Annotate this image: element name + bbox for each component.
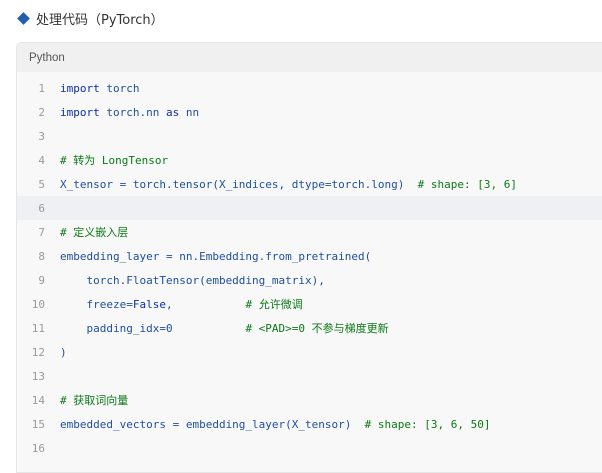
section-title: 处理代码（PyTorch） bbox=[36, 12, 164, 28]
code-text: # 转为 LongTensor bbox=[60, 152, 602, 168]
code-token: ) bbox=[60, 345, 67, 359]
code-line: 14 # 获取词向量 bbox=[17, 388, 602, 412]
code-token: torch bbox=[99, 81, 140, 95]
line-number: 5 bbox=[38, 177, 45, 191]
code-line: 5 X_tensor = torch.tensor(X_indices, dtyp… bbox=[17, 172, 602, 196]
line-number: 15 bbox=[31, 417, 45, 431]
code-line: 15 embedded_vectors = embedding_layer(X_t… bbox=[17, 412, 602, 436]
code-text: freeze=False, # 允许微调 bbox=[60, 296, 602, 312]
code-token: embedded_vectors = embedding_layer(X_ten… bbox=[60, 417, 365, 431]
line-number: 7 bbox=[38, 225, 45, 239]
code-text: embedded_vectors = embedding_layer(X_ten… bbox=[60, 418, 602, 431]
line-number: 1 bbox=[38, 81, 45, 95]
line-number: 13 bbox=[31, 369, 45, 383]
code-text: embedding_layer = nn.Embedding.from_pret… bbox=[60, 250, 602, 263]
code-text: # 获取词向量 bbox=[60, 392, 602, 408]
code-token: import bbox=[60, 105, 100, 119]
code-token: # 允许微调 bbox=[245, 298, 303, 311]
code-body[interactable]: 1 import torch 2 import torch.nn as nn 3 4 # 转… bbox=[17, 72, 602, 460]
code-line: 12) bbox=[17, 340, 602, 364]
code-text: # 定义嵌入层 bbox=[60, 224, 602, 240]
code-line: 13 bbox=[17, 364, 602, 388]
code-text: ) bbox=[60, 346, 602, 359]
code-token: embedding_layer = nn.Embedding.from_pret… bbox=[60, 249, 372, 263]
code-token: # 转为 LongTensor bbox=[60, 154, 169, 167]
code-text: import torch bbox=[60, 82, 602, 95]
code-line: 11 padding_idx=0 # <PAD>=0 不参与梯度更新 bbox=[17, 316, 602, 340]
line-number: 16 bbox=[31, 441, 45, 455]
code-token: nn bbox=[179, 105, 200, 119]
code-token: import bbox=[60, 81, 100, 95]
line-number: 8 bbox=[38, 249, 45, 263]
code-token: freeze= bbox=[60, 298, 133, 311]
code-line: 2 import torch.nn as nn bbox=[17, 100, 602, 124]
line-number: 3 bbox=[38, 129, 45, 143]
code-token: # 定义嵌入层 bbox=[60, 226, 129, 239]
code-block[interactable]: Python 1 import torch 2 import torch.nn as … bbox=[16, 42, 602, 473]
line-number: 12 bbox=[31, 345, 45, 359]
code-token: as bbox=[165, 105, 180, 119]
line-number: 4 bbox=[38, 153, 45, 167]
line-number: 9 bbox=[38, 273, 45, 287]
code-line: 4 # 转为 LongTensor bbox=[17, 148, 602, 172]
code-language-header: Python bbox=[17, 43, 602, 72]
code-language-label: Python bbox=[29, 51, 65, 64]
line-number: 6 bbox=[38, 201, 45, 215]
code-token: # shape: [3, 6, 50] bbox=[364, 417, 491, 431]
line-number: 11 bbox=[31, 321, 45, 335]
code-token: torch.FloatTensor(embedding_matrix), bbox=[60, 273, 325, 287]
code-line: 8 embedding_layer = nn.Embedding.from_pre… bbox=[17, 244, 602, 268]
code-line: 7 # 定义嵌入层 bbox=[17, 220, 602, 244]
line-number: 2 bbox=[38, 105, 45, 119]
section-heading: 处理代码（PyTorch） bbox=[17, 9, 164, 28]
code-token: , bbox=[165, 298, 246, 311]
line-number: 10 bbox=[31, 297, 45, 311]
code-line: 10 freeze=False, # 允许微调 bbox=[17, 292, 602, 316]
code-line: 1 import torch bbox=[17, 76, 602, 100]
code-text: padding_idx=0 # <PAD>=0 不参与梯度更新 bbox=[60, 320, 602, 336]
code-line: 6 bbox=[17, 196, 602, 220]
code-token: # 获取词向量 bbox=[60, 394, 129, 407]
code-text: torch.FloatTensor(embedding_matrix), bbox=[60, 274, 602, 287]
code-line: 3 bbox=[17, 124, 602, 148]
code-token: # <PAD>=0 不参与梯度更新 bbox=[245, 322, 389, 335]
code-token: torch.nn bbox=[99, 105, 166, 119]
code-text: X_tensor = torch.tensor(X_indices, dtype… bbox=[60, 178, 602, 191]
diamond-icon bbox=[17, 11, 30, 25]
code-line: 16 bbox=[17, 436, 602, 460]
line-number: 14 bbox=[31, 393, 45, 407]
code-line: 9 torch.FloatTensor(embedding_matrix), bbox=[17, 268, 602, 292]
code-token: padding_idx=0 bbox=[60, 322, 246, 335]
code-token: False bbox=[132, 298, 166, 311]
code-token: # shape: [3, 6] bbox=[417, 177, 517, 191]
code-text: import torch.nn as nn bbox=[60, 106, 602, 119]
code-token: X_tensor = torch.tensor(X_indices, dtype… bbox=[60, 177, 418, 191]
